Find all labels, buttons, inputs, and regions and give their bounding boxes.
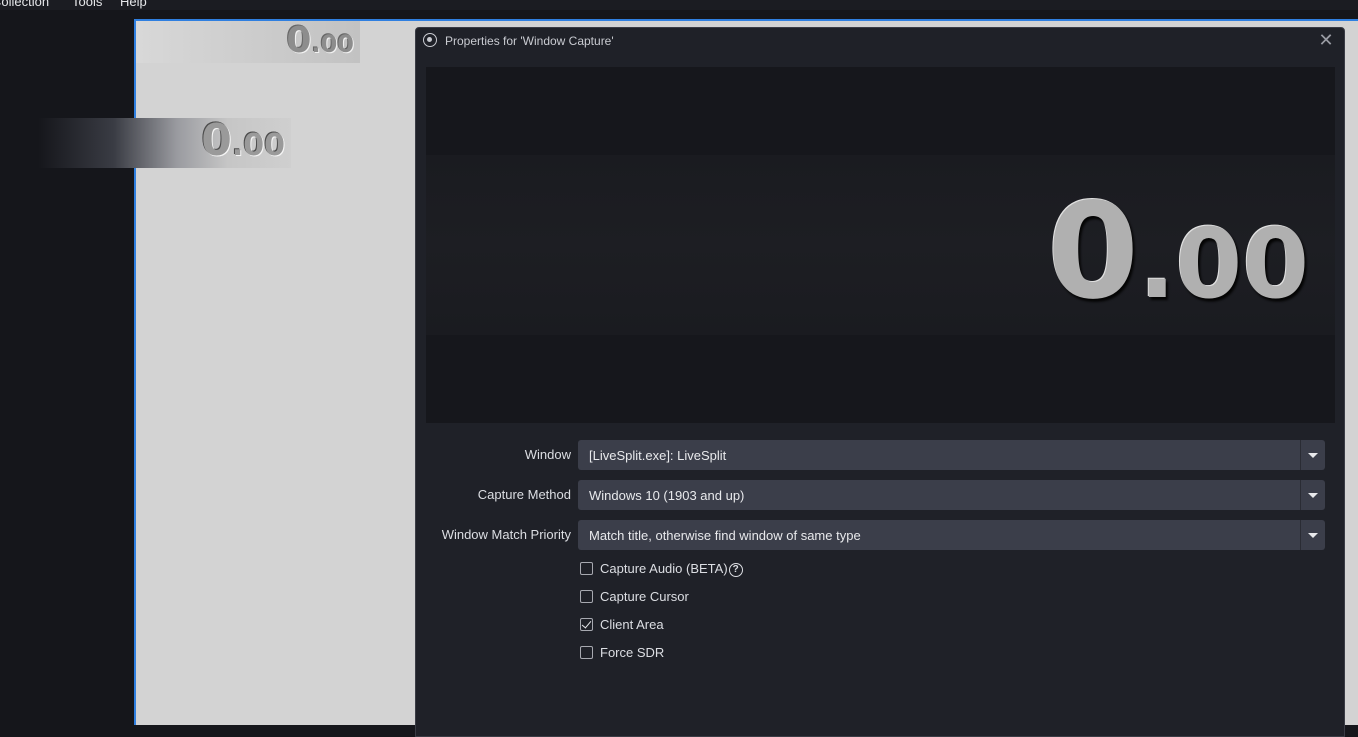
force-sdr-checkbox[interactable] [580, 646, 593, 659]
window-row: Window [LiveSplit.exe]: LiveSplit [416, 440, 1344, 470]
timer-whole: 0 [201, 115, 232, 166]
capture-audio-label[interactable]: Capture Audio (BETA)? [600, 561, 743, 577]
window-select[interactable]: [LiveSplit.exe]: LiveSplit [578, 440, 1325, 470]
source-preview: 0.00 [426, 67, 1335, 423]
window-match-priority-row: Window Match Priority Match title, other… [416, 520, 1344, 550]
menu-help[interactable]: Help [120, 0, 147, 9]
capture-cursor-label[interactable]: Capture Cursor [600, 589, 689, 604]
force-sdr-label[interactable]: Force SDR [600, 645, 664, 660]
window-match-priority-label: Window Match Priority [441, 527, 571, 542]
menu-bar: Collection Tools Help [0, 0, 1358, 10]
dialog-titlebar[interactable]: Properties for 'Window Capture' ✕ [416, 28, 1344, 54]
chevron-down-icon[interactable] [1300, 440, 1325, 470]
properties-dialog: Properties for 'Window Capture' ✕ 0.00 W… [415, 27, 1345, 737]
preview-timer-readout: 0.00 [1047, 175, 1309, 329]
capture-method-label: Capture Method [477, 487, 571, 502]
chevron-down-icon[interactable] [1300, 480, 1325, 510]
window-select-value: [LiveSplit.exe]: LiveSplit [589, 448, 727, 463]
capture-cursor-checkbox[interactable] [580, 590, 593, 603]
menu-tools[interactable]: Tools [72, 0, 102, 9]
client-area-label[interactable]: Client Area [600, 617, 664, 632]
dialog-title: Properties for 'Window Capture' [445, 34, 614, 48]
capture-audio-checkbox[interactable] [580, 562, 593, 575]
timer-readout: 0.00 [201, 115, 285, 166]
timer-fraction: .00 [311, 30, 354, 58]
timer-source-small[interactable]: 0.00 [136, 20, 360, 63]
capture-method-row: Capture Method Windows 10 (1903 and up) [416, 480, 1344, 510]
window-label: Window [524, 447, 571, 462]
timer-readout: 0.00 [286, 20, 354, 61]
client-area-checkbox[interactable] [580, 618, 593, 631]
help-icon[interactable]: ? [728, 562, 743, 577]
capture-method-select[interactable]: Windows 10 (1903 and up) [578, 480, 1325, 510]
timer-source-large[interactable]: 0.00 [38, 115, 291, 168]
window-match-priority-select-value: Match title, otherwise find window of sa… [589, 528, 861, 543]
chevron-down-icon[interactable] [1300, 520, 1325, 550]
timer-fraction: .00 [231, 128, 285, 163]
close-button[interactable]: ✕ [1316, 30, 1336, 50]
preview-timer-fraction: .00 [1138, 208, 1309, 320]
window-match-priority-select[interactable]: Match title, otherwise find window of sa… [578, 520, 1325, 550]
menu-scene-collection[interactable]: Collection [0, 0, 49, 9]
obs-logo-icon [423, 33, 437, 47]
capture-method-select-value: Windows 10 (1903 and up) [589, 488, 745, 503]
preview-timer-whole: 0 [1047, 175, 1139, 329]
timer-whole: 0 [286, 20, 312, 61]
